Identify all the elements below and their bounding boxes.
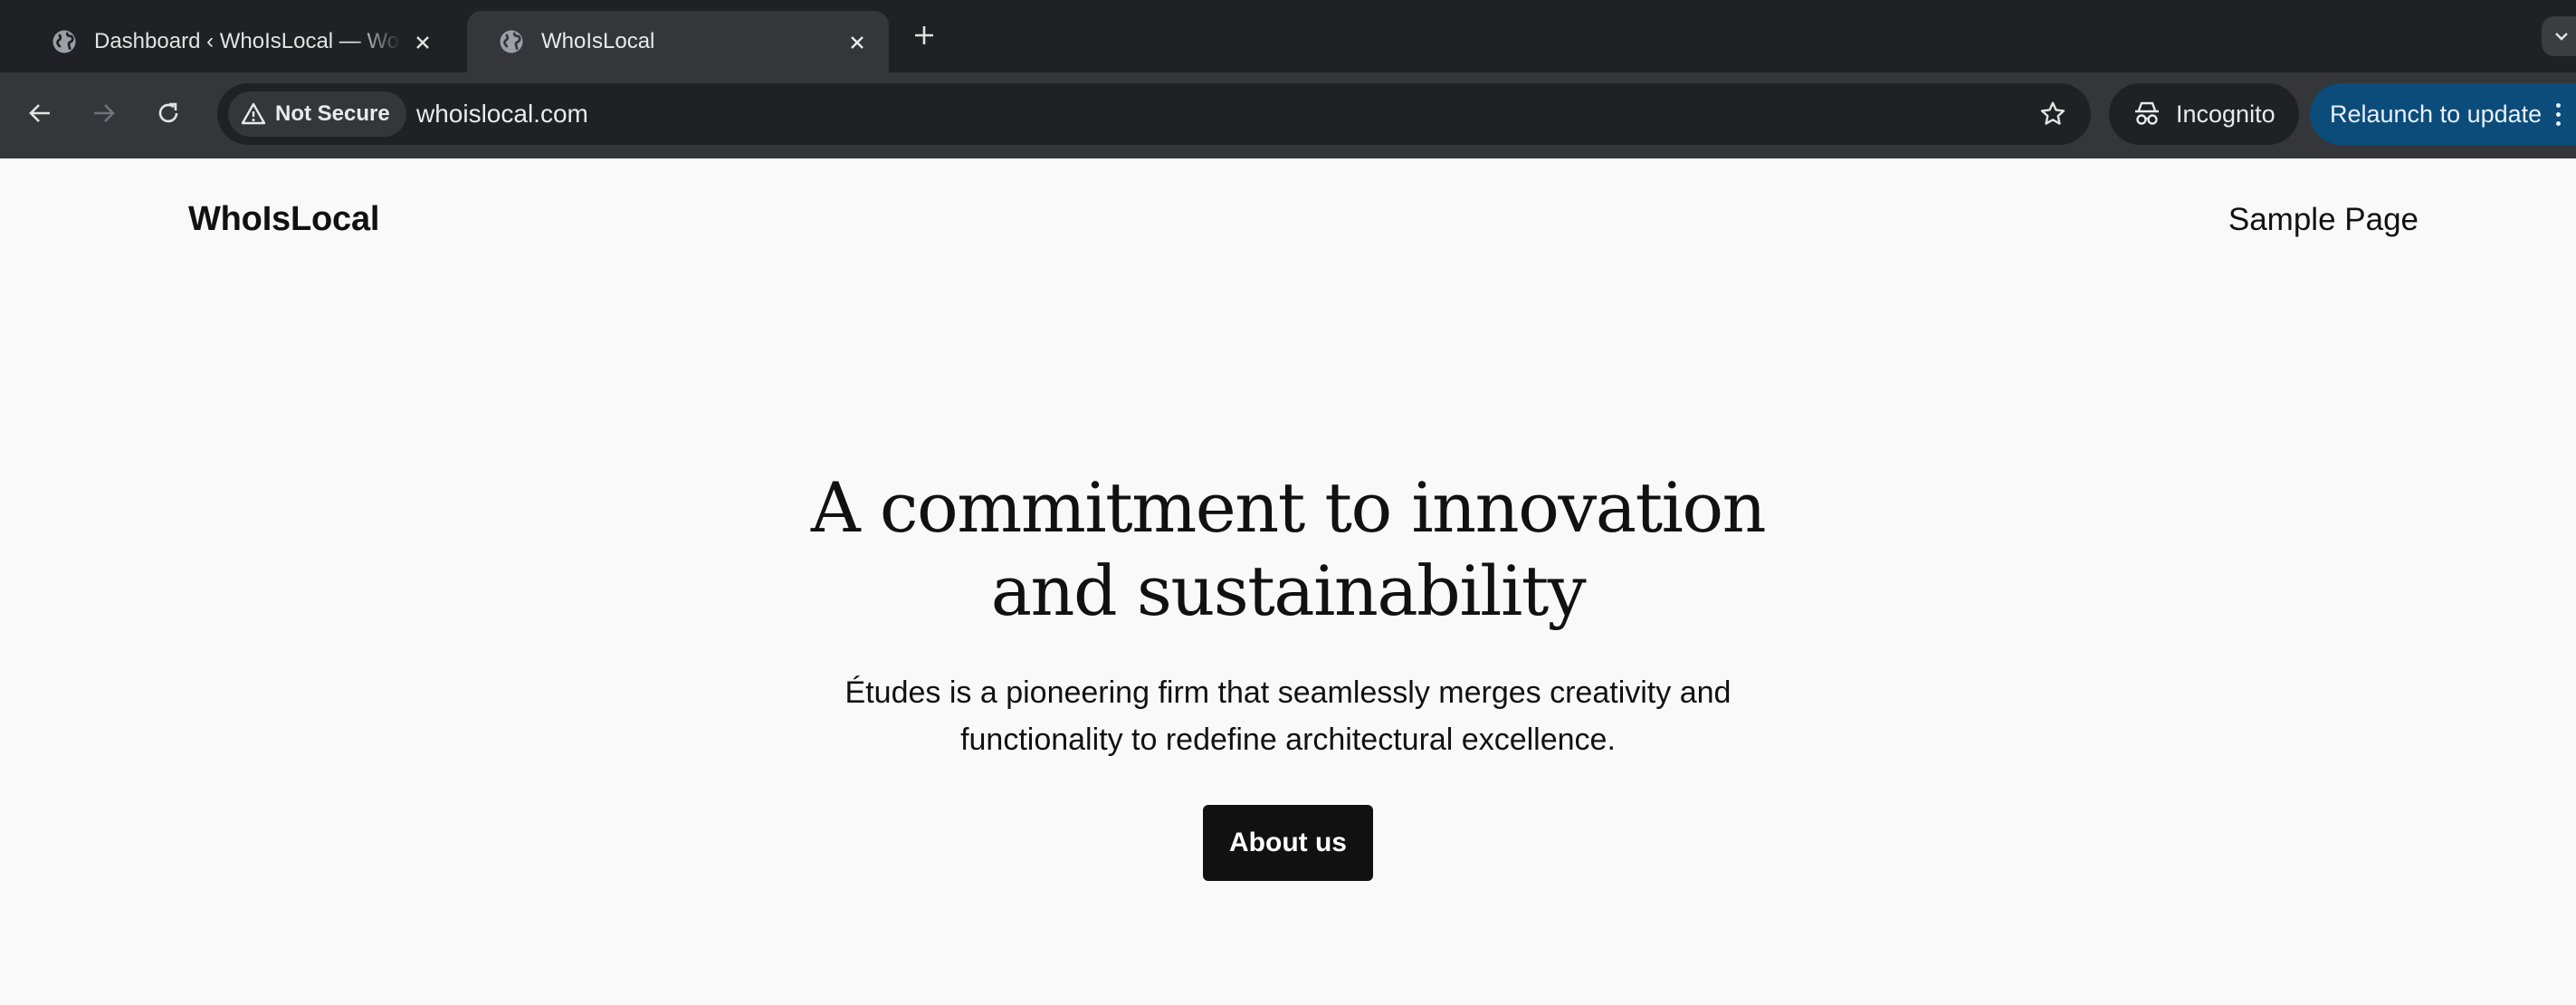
globe-icon	[500, 30, 523, 53]
back-button[interactable]	[19, 92, 61, 134]
browser-toolbar: Not Secure whoislocal.com Incognito Rela…	[0, 72, 2576, 158]
about-us-button[interactable]: About us	[1203, 805, 1373, 881]
web-page: WhoIsLocal Sample Page A commitment to i…	[0, 158, 2576, 1005]
relaunch-label: Relaunch to update	[2330, 100, 2543, 128]
security-label: Not Secure	[275, 101, 390, 126]
tab-dashboard[interactable]: Dashboard ‹ WhoIsLocal — WordPress	[20, 11, 454, 72]
hero-heading: A commitment to innovation and sustainab…	[0, 466, 2576, 633]
star-icon	[2040, 101, 2066, 125]
address-bar[interactable]: Not Secure whoislocal.com	[217, 83, 2091, 145]
tab-strip: Dashboard ‹ WhoIsLocal — WordPress WhoIs…	[0, 0, 2576, 72]
hero-description-line: functionality to redefine architectural …	[960, 723, 1616, 757]
forward-arrow-icon	[94, 104, 115, 122]
chevron-down-icon	[2555, 33, 2568, 41]
hero-description: Études is a pioneering firm that seamles…	[0, 669, 2576, 763]
close-icon[interactable]	[844, 29, 871, 56]
tab-search-button[interactable]	[2542, 16, 2576, 56]
back-arrow-icon	[29, 104, 50, 122]
tab-whoislocal[interactable]: WhoIsLocal	[467, 11, 889, 72]
new-tab-button[interactable]	[907, 18, 941, 53]
nav-link-sample-page[interactable]: Sample Page	[2228, 202, 2419, 238]
hero-section: A commitment to innovation and sustainab…	[0, 466, 2576, 881]
site-title[interactable]: WhoIsLocal	[188, 200, 379, 239]
close-icon[interactable]	[409, 29, 436, 56]
incognito-icon	[2135, 101, 2159, 125]
relaunch-button[interactable]: Relaunch to update	[2310, 83, 2576, 145]
plus-icon	[915, 26, 933, 44]
tab-title: Dashboard ‹ WhoIsLocal — WordPress	[94, 29, 402, 53]
security-indicator[interactable]: Not Secure	[228, 91, 406, 137]
reload-icon	[158, 102, 178, 123]
incognito-indicator[interactable]: Incognito	[2109, 83, 2299, 145]
reload-button[interactable]	[148, 92, 189, 134]
hero-description-line: Études is a pioneering firm that seamles…	[844, 675, 1732, 710]
bookmark-button[interactable]	[2037, 98, 2069, 130]
warning-triangle-icon	[241, 102, 266, 125]
hero-heading-line: and sustainability	[990, 550, 1587, 631]
tab-title: WhoIsLocal	[541, 29, 655, 53]
incognito-label: Incognito	[2176, 100, 2275, 128]
url-text[interactable]: whoislocal.com	[416, 100, 588, 129]
more-vert-icon[interactable]	[2556, 102, 2562, 126]
forward-button[interactable]	[83, 92, 125, 134]
hero-heading-line: A commitment to innovation	[810, 467, 1767, 548]
globe-icon	[52, 30, 76, 53]
